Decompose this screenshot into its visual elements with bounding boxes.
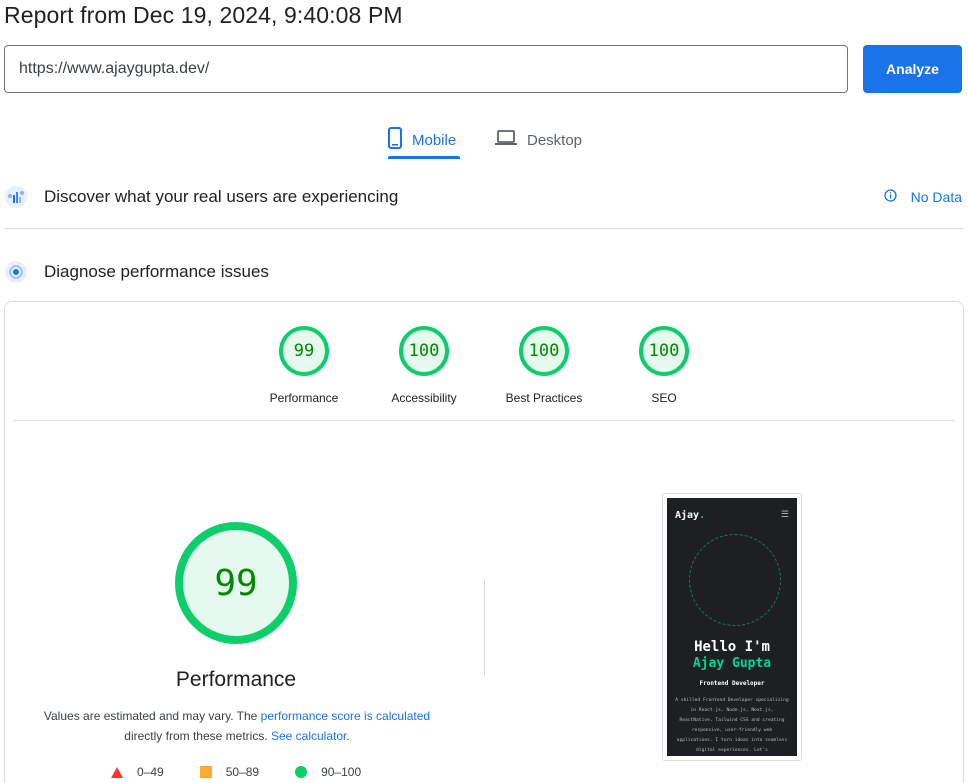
- performance-score-gauge: 99: [175, 522, 297, 644]
- legend-range: 50–89: [225, 765, 260, 779]
- score-label: Performance: [269, 391, 339, 405]
- tab-desktop-label: Desktop: [527, 131, 583, 149]
- screenshot-role: Frontend Developer: [699, 680, 765, 687]
- diagnose-section-header: Diagnose performance issues: [4, 259, 269, 285]
- description-text: directly from these metrics.: [124, 728, 271, 743]
- score-gauge-best-practices[interactable]: 100 Best Practices: [484, 326, 604, 405]
- score-label: SEO: [651, 391, 677, 405]
- performance-score-link[interactable]: performance score is calculated: [261, 709, 430, 723]
- lighthouse-report-card: 99 Performance 100 Accessibility 100 Bes…: [4, 301, 964, 783]
- tab-desktop[interactable]: Desktop: [495, 122, 582, 158]
- legend-range: 90–100: [321, 765, 362, 779]
- triangle-icon: [111, 766, 123, 778]
- score-value: 100: [399, 326, 449, 376]
- legend-item-pass: 90–100: [295, 765, 361, 779]
- screenshot-name: Ajay Gupta: [692, 656, 772, 671]
- logo-text: Ajay: [675, 510, 700, 521]
- card-divider: [13, 420, 955, 421]
- score-gauge-accessibility[interactable]: 100 Accessibility: [364, 326, 484, 405]
- section-divider: [4, 228, 964, 229]
- users-chart-icon: [4, 184, 28, 210]
- score-value: 100: [519, 326, 569, 376]
- score-label: Accessibility: [391, 391, 457, 405]
- url-input[interactable]: [4, 45, 848, 93]
- score-gauge-seo[interactable]: 100 SEO: [604, 326, 724, 405]
- legend-range: 0–49: [137, 765, 164, 779]
- diagnose-section-title: Diagnose performance issues: [44, 262, 269, 281]
- crux-section-title: Discover what your real users are experi…: [44, 187, 399, 206]
- final-screenshot-frame: Ajay. ☰ Hello I'm Ajay Gupta Frontend De…: [662, 493, 802, 761]
- report-title: Report from Dec 19, 2024, 9:40:08 PM: [4, 2, 403, 28]
- score-value: 100: [639, 326, 689, 376]
- info-icon: [883, 189, 897, 205]
- profile-ring: [689, 534, 781, 626]
- performance-description: Values are estimated and may vary. The p…: [33, 707, 441, 746]
- hamburger-menu-icon: ☰: [780, 510, 789, 520]
- performance-title: Performance: [175, 668, 297, 691]
- legend-item-fail: 0–49: [111, 765, 164, 779]
- screenshot-greeting: Hello I'm: [694, 639, 770, 655]
- score-gauge-performance[interactable]: 99 Performance: [244, 326, 364, 405]
- laptop-icon: [495, 130, 517, 150]
- vertical-divider: [484, 579, 485, 676]
- see-calculator-link[interactable]: See calculator: [271, 729, 346, 743]
- final-screenshot: Ajay. ☰ Hello I'm Ajay Gupta Frontend De…: [667, 498, 797, 756]
- screenshot-bio: A skilled Frontend Developer specializin…: [675, 698, 789, 753]
- tab-mobile[interactable]: Mobile: [388, 122, 456, 158]
- smartphone-icon: [388, 127, 402, 153]
- analyze-button[interactable]: Analyze: [863, 45, 962, 93]
- tab-mobile-label: Mobile: [412, 131, 457, 149]
- logo-dot: .: [699, 510, 706, 521]
- no-data-label: No Data: [910, 189, 962, 205]
- score-value: 99: [279, 326, 329, 376]
- lighthouse-icon: [4, 259, 28, 285]
- description-text: .: [346, 728, 350, 743]
- tab-selected-indicator: [388, 156, 460, 159]
- crux-section-header: Discover what your real users are experi…: [4, 184, 398, 210]
- screenshot-logo: Ajay.: [675, 510, 705, 521]
- circle-icon: [295, 766, 308, 778]
- score-label: Best Practices: [505, 391, 583, 405]
- score-legend: 0–49 50–89 90–100: [111, 765, 397, 779]
- square-icon: [199, 766, 212, 778]
- legend-item-average: 50–89: [199, 765, 260, 779]
- description-text: Values are estimated and may vary. The: [43, 709, 261, 723]
- no-data-link[interactable]: No Data: [883, 189, 962, 205]
